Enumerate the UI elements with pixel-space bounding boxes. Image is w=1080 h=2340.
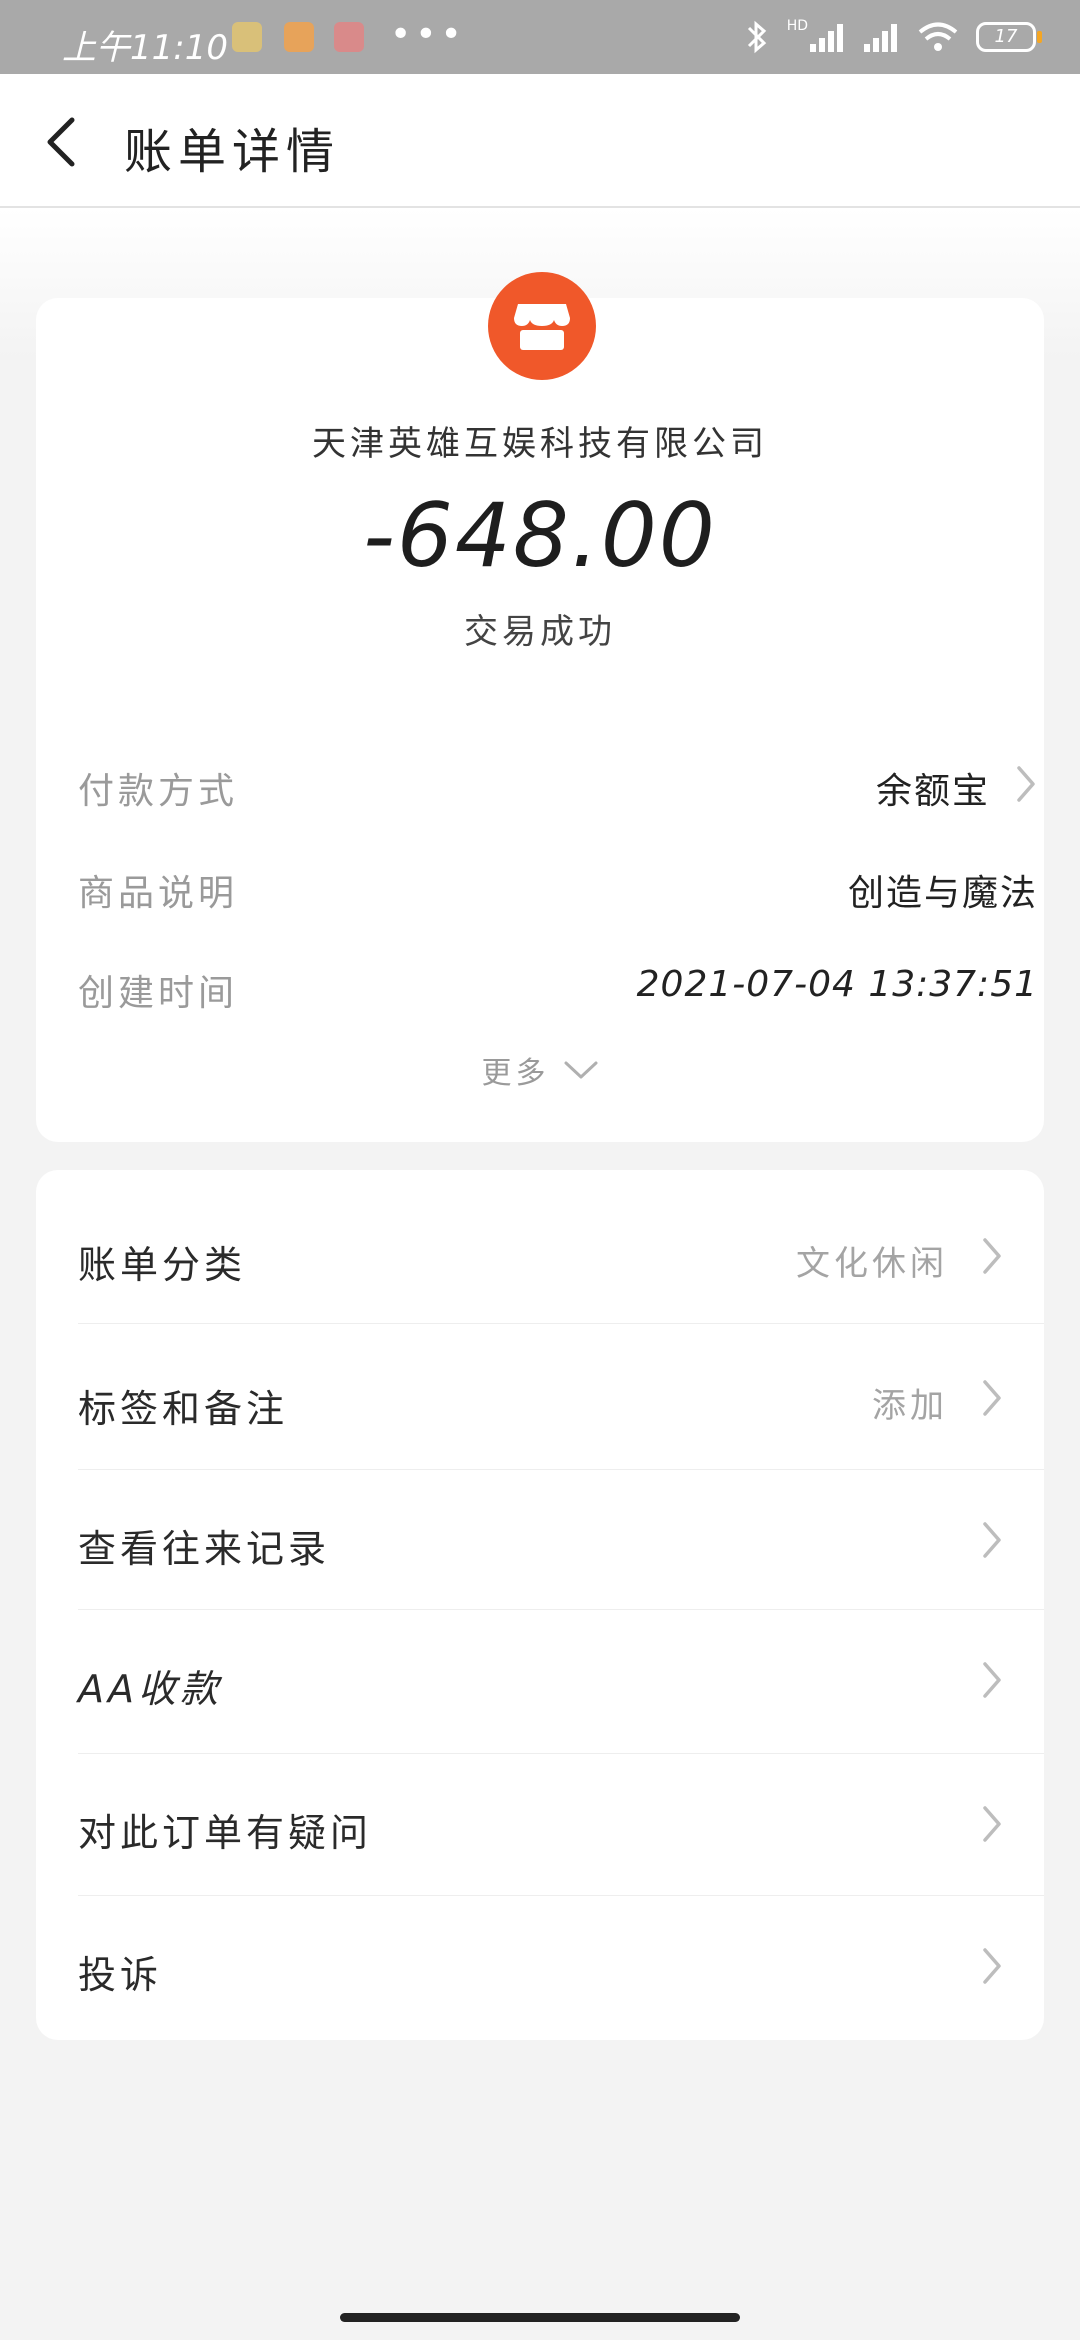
detail-label: 商品说明: [78, 873, 239, 914]
detail-label: 创建时间: [78, 973, 239, 1014]
created-time-value: 2021-07-04 13:37:51: [636, 964, 1038, 1005]
wifi-icon: [918, 22, 958, 51]
menu-item-label: 查看往来记录: [78, 1527, 331, 1571]
menu-item-label: 标签和备注: [78, 1387, 289, 1431]
cellular-signal-icon: [864, 24, 897, 52]
menu-item-label: 投诉: [78, 1953, 163, 1997]
transaction-amount: -648.00: [363, 484, 717, 587]
page-title: 账单详情: [124, 124, 341, 180]
menu-item-aa-collect[interactable]: AA收款: [36, 1610, 1044, 1754]
app-notification-icon: [284, 22, 314, 52]
chevron-right-icon: [1017, 766, 1035, 802]
merchant-name: 天津英雄互娱科技有限公司: [312, 424, 768, 464]
chevron-right-icon: [983, 1380, 1001, 1416]
transaction-card: 天津英雄互娱科技有限公司 -648.00 交易成功 付款方式 余额宝 商品说明 …: [36, 272, 1044, 1142]
network-type-label: HD: [786, 18, 808, 34]
menu-item-label: 对此订单有疑问: [78, 1811, 373, 1855]
menu-item-label: AA收款: [78, 1667, 222, 1711]
chevron-right-icon: [983, 1948, 1001, 1984]
bill-category-value: 文化休闲: [796, 1244, 948, 1284]
payment-method-value: 余额宝: [875, 771, 990, 812]
cellular-signal-icon: [810, 24, 843, 52]
chevron-right-icon: [983, 1238, 1001, 1274]
menu-item-tags-notes[interactable]: 标签和备注 添加: [36, 1324, 1044, 1470]
more-label: 更多: [481, 1056, 550, 1091]
back-arrow-icon[interactable]: [38, 114, 88, 170]
menu-item-complaint[interactable]: 投诉: [36, 1896, 1044, 2036]
chevron-right-icon: [983, 1806, 1001, 1842]
status-bar: 上午11:10 ••• HD 17: [0, 0, 1080, 74]
created-time-row: 创建时间 2021-07-04 13:37:51: [78, 954, 1038, 1014]
payment-method-row[interactable]: 付款方式 余额宝: [78, 752, 1038, 812]
menu-item-bill-category[interactable]: 账单分类 文化休闲: [36, 1186, 1044, 1324]
product-description-row: 商品说明 创造与魔法: [78, 854, 1038, 914]
tags-notes-value: 添加: [872, 1386, 948, 1426]
more-notifications-icon: •••: [390, 14, 466, 55]
bill-actions-card: 账单分类 文化休闲 标签和备注 添加 查看往来记录 AA收款 对此订单有疑问 投…: [36, 1170, 1044, 2040]
product-description-value: 创造与魔法: [847, 873, 1038, 914]
detail-label: 付款方式: [78, 771, 239, 812]
app-notification-icon: [334, 22, 364, 52]
menu-item-transaction-history[interactable]: 查看往来记录: [36, 1470, 1044, 1610]
chevron-down-icon: [564, 1061, 598, 1079]
more-details-toggle[interactable]: 更多: [36, 1048, 1044, 1092]
home-indicator[interactable]: [340, 2313, 740, 2322]
menu-item-order-question[interactable]: 对此订单有疑问: [36, 1754, 1044, 1896]
menu-item-label: 账单分类: [78, 1243, 247, 1287]
battery-level: 17: [994, 26, 1018, 47]
transaction-status: 交易成功: [464, 612, 616, 652]
chevron-right-icon: [983, 1662, 1001, 1698]
app-notification-icon: [232, 22, 262, 52]
chevron-right-icon: [983, 1522, 1001, 1558]
battery-icon: 17: [976, 22, 1042, 52]
app-header: 账单详情: [0, 74, 1080, 208]
bluetooth-icon: [747, 20, 766, 54]
status-time: 上午11:10: [62, 28, 228, 68]
merchant-store-icon: [488, 272, 596, 380]
